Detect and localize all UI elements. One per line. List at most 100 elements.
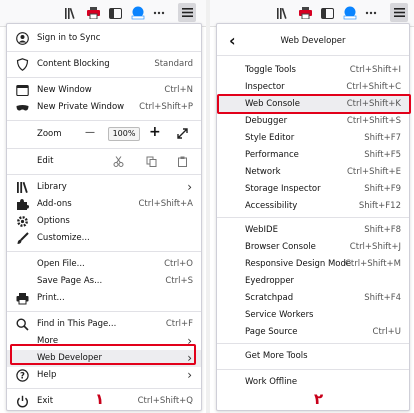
paste-icon[interactable] xyxy=(177,156,188,167)
new-window-icon xyxy=(16,84,29,97)
shortcut: Ctrl+Shift+P xyxy=(139,102,193,112)
menu-item-label: Debugger xyxy=(245,116,288,126)
dev-item-toggle-tools[interactable]: Toggle Tools Ctrl+Shift+I xyxy=(217,62,409,79)
menu-item-new-private-window[interactable]: New Private Window Ctrl+Shift+P xyxy=(7,99,201,116)
zoom-in-button[interactable]: + xyxy=(149,124,161,140)
subview-header: ‹ Web Developer xyxy=(217,31,409,53)
dev-item-scratchpad[interactable]: Scratchpad Shift+F4 xyxy=(217,290,409,307)
library-icon xyxy=(17,181,28,193)
highlight-box-web-console xyxy=(217,94,411,114)
menu-item-addons[interactable]: Add-ons Ctrl+Shift+A xyxy=(7,196,201,213)
menu-item-label: Scratchpad xyxy=(245,293,294,303)
shortcut: Ctrl+Shift+A xyxy=(138,199,193,209)
dev-item-eyedropper[interactable]: Eyedropper xyxy=(217,273,409,290)
search-icon xyxy=(16,318,29,331)
menu-item-label: Page Source xyxy=(245,327,298,337)
library-icon[interactable] xyxy=(64,5,78,21)
cut-icon[interactable] xyxy=(113,156,124,167)
shortcut: Ctrl+Shift+E xyxy=(346,167,401,177)
menu-item-print[interactable]: Print... xyxy=(7,290,201,307)
svg-text:?: ? xyxy=(20,372,25,382)
overflow-icon[interactable] xyxy=(152,5,166,21)
shortcut: Ctrl+N xyxy=(164,85,193,95)
menu-item-label: Responsive Design Mode xyxy=(245,259,352,269)
separator xyxy=(217,369,409,370)
dev-item-service-workers[interactable]: Service Workers xyxy=(217,307,409,324)
extension-icon[interactable] xyxy=(342,5,358,21)
menu-item-sign-in[interactable]: Sign in to Sync xyxy=(7,30,201,47)
separator xyxy=(7,51,201,52)
dev-item-responsive-design-mode[interactable]: Responsive Design Mode Ctrl+Shift+M xyxy=(217,256,409,273)
overflow-icon[interactable] xyxy=(364,5,378,21)
sidebar-icon[interactable] xyxy=(108,5,122,21)
separator xyxy=(7,174,201,175)
menu-item-label: Customize... xyxy=(37,233,90,243)
shortcut: Ctrl+Shift+J xyxy=(349,242,401,252)
dev-item-network[interactable]: Network Ctrl+Shift+E xyxy=(217,164,409,181)
menu-item-new-window[interactable]: New Window Ctrl+N xyxy=(7,82,201,99)
menu-item-label: New Private Window xyxy=(37,102,125,112)
dev-item-accessibility[interactable]: Accessibility Shift+F12 xyxy=(217,198,409,215)
menu-item-library[interactable]: Library › xyxy=(7,179,201,196)
menu-item-label: Find in This Page... xyxy=(37,319,117,329)
web-developer-panel: ‹ Web Developer Toggle Tools Ctrl+Shift+I… xyxy=(210,0,414,413)
edit-label: Edit xyxy=(37,156,54,166)
dev-item-webide[interactable]: WebIDE Shift+F8 xyxy=(217,222,409,239)
menu-item-label: Inspector xyxy=(245,82,285,92)
menu-item-label: Exit xyxy=(37,396,54,406)
separator xyxy=(7,388,201,389)
shortcut: Shift+F7 xyxy=(364,133,401,143)
menu-item-help[interactable]: ? Help › xyxy=(7,367,201,384)
zoom-reset-button[interactable]: 100% xyxy=(108,127,140,141)
separator xyxy=(7,311,201,312)
dev-item-get-more-tools[interactable]: Get More Tools xyxy=(217,348,409,365)
library-icon[interactable] xyxy=(276,5,290,21)
dev-item-work-offline[interactable]: Work Offline xyxy=(217,374,409,391)
menu-item-label: Save Page As... xyxy=(37,276,103,286)
shield-icon xyxy=(16,58,29,71)
account-icon xyxy=(16,32,29,45)
menu-item-label: Toggle Tools xyxy=(245,65,296,75)
menu-item-label: Accessibility xyxy=(245,201,298,211)
sidebar-icon[interactable] xyxy=(320,5,334,21)
menu-item-content-blocking[interactable]: Content Blocking Standard xyxy=(7,56,201,73)
menu-item-label: Performance xyxy=(245,150,299,160)
dev-item-browser-console[interactable]: Browser Console Ctrl+Shift+J xyxy=(217,239,409,256)
separator xyxy=(217,217,409,218)
print-icon[interactable] xyxy=(86,5,100,21)
extension-icon[interactable] xyxy=(130,5,146,21)
hamburger-menu-button[interactable] xyxy=(178,3,196,22)
hamburger-menu-button[interactable] xyxy=(390,3,408,22)
help-icon: ? xyxy=(16,369,29,382)
separator xyxy=(7,77,201,78)
paintbrush-icon xyxy=(17,232,29,244)
menu-item-label: Options xyxy=(37,216,70,226)
menu-item-customize[interactable]: Customize... xyxy=(7,230,201,247)
main-menu-panel: Sign in to Sync Content Blocking Standar… xyxy=(0,0,206,413)
separator xyxy=(7,120,201,121)
puzzle-icon xyxy=(17,199,29,210)
separator xyxy=(217,55,409,56)
dev-item-performance[interactable]: Performance Shift+F5 xyxy=(217,147,409,164)
dev-item-page-source[interactable]: Page Source Ctrl+U xyxy=(217,324,409,341)
dev-item-storage-inspector[interactable]: Storage Inspector Shift+F9 xyxy=(217,181,409,198)
highlight-box-web-developer xyxy=(10,344,196,365)
copy-icon[interactable] xyxy=(146,156,157,167)
shortcut: Ctrl+S xyxy=(165,276,193,286)
shortcut: Ctrl+Shift+C xyxy=(346,82,401,92)
menu-item-label: Get More Tools xyxy=(245,351,308,361)
dev-item-debugger[interactable]: Debugger Ctrl+Shift+S xyxy=(217,113,409,130)
menu-item-save-page[interactable]: Save Page As... Ctrl+S xyxy=(7,273,201,290)
print-icon[interactable] xyxy=(298,5,312,21)
annotation-two: ٢ xyxy=(314,390,324,408)
menu-item-open-file[interactable]: Open File... Ctrl+O xyxy=(7,256,201,273)
menu-item-label: Eyedropper xyxy=(245,276,295,286)
zoom-out-button[interactable]: — xyxy=(85,127,95,138)
power-icon xyxy=(17,395,28,408)
menu-item-label: Sign in to Sync xyxy=(37,33,101,43)
menu-item-label: Help xyxy=(37,370,57,380)
menu-item-options[interactable]: Options xyxy=(7,213,201,230)
dev-item-style-editor[interactable]: Style Editor Shift+F7 xyxy=(217,130,409,147)
fullscreen-icon[interactable] xyxy=(177,128,188,139)
menu-item-find[interactable]: Find in This Page... Ctrl+F xyxy=(7,316,201,333)
